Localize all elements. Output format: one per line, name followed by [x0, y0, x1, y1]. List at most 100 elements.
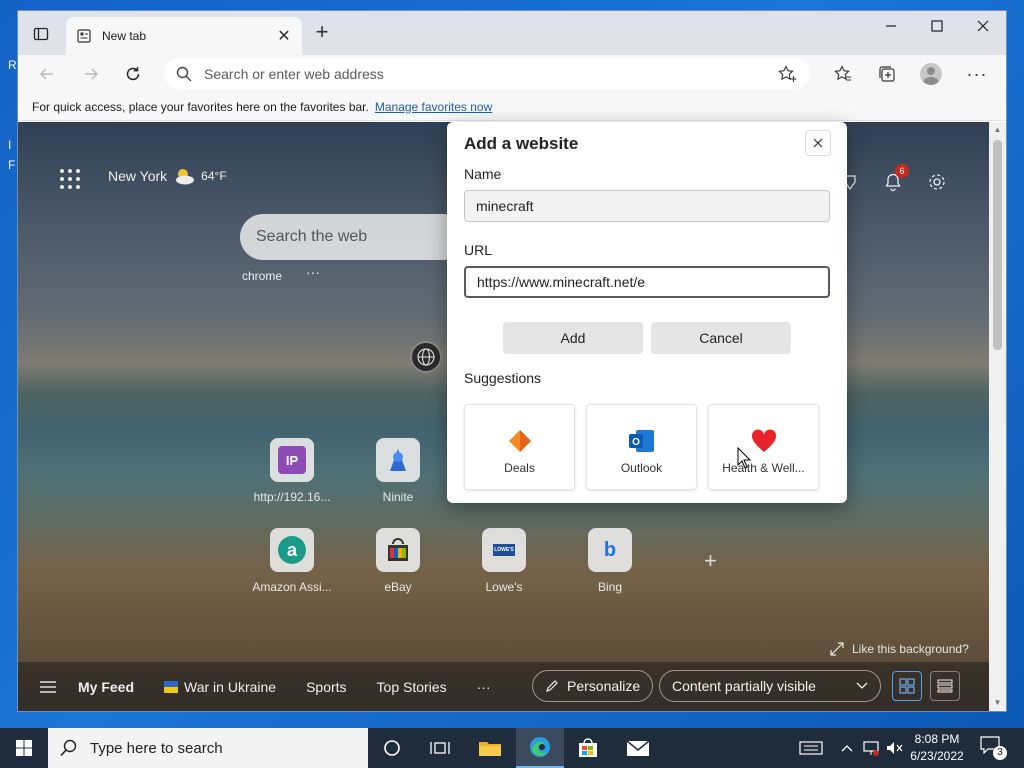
notifications-button[interactable]: 6	[879, 164, 909, 196]
quick-link-tile[interactable]: LOWE'S Lowe's	[464, 528, 544, 594]
quick-link-tile[interactable]: eBay	[358, 528, 438, 594]
lowes-icon: LOWE'S	[482, 528, 526, 572]
volume-button[interactable]	[884, 728, 904, 768]
name-field[interactable]	[464, 190, 830, 222]
address-placeholder: Search or enter web address	[204, 65, 384, 82]
network-button[interactable]	[860, 728, 882, 768]
clock[interactable]: 8:08 PM 6/23/2022	[902, 731, 972, 765]
desktop-icon-label: I	[8, 138, 12, 152]
app-launcher-icon[interactable]	[60, 169, 80, 189]
collections-button[interactable]	[872, 59, 902, 89]
taskbar: Type here to search 8:08 PM 6/23/2022 3	[0, 728, 1024, 768]
clock-date: 6/23/2022	[910, 749, 964, 763]
add-quick-link-button[interactable]: +	[704, 548, 717, 574]
file-explorer-button[interactable]	[466, 728, 514, 768]
maximize-button[interactable]	[914, 11, 960, 41]
desktop-icon-label: R	[8, 58, 17, 72]
feed-tab-war-in-ukraine[interactable]: War in Ukraine	[164, 679, 276, 695]
close-icon	[977, 20, 989, 32]
forward-button[interactable]	[76, 59, 106, 89]
mail-button[interactable]	[614, 728, 662, 768]
feed-menu-button[interactable]	[18, 680, 78, 693]
cortana-icon	[384, 740, 400, 756]
quick-link-tile[interactable]: a Amazon Assi...	[252, 528, 332, 594]
amazon-assistant-icon: a	[270, 528, 314, 572]
taskbar-search-box[interactable]: Type here to search	[48, 728, 368, 768]
settings-and-more-button[interactable]: ···	[962, 59, 992, 89]
scroll-up-icon[interactable]: ▲	[989, 122, 1006, 138]
refresh-button[interactable]	[118, 59, 148, 89]
add-button[interactable]: Add	[503, 322, 643, 354]
feed-more-button[interactable]: ···	[477, 679, 491, 695]
address-bar[interactable]: Search or enter web address	[164, 58, 810, 89]
dialog-close-button[interactable]	[805, 130, 831, 156]
like-background-button[interactable]: Like this background?	[830, 642, 969, 656]
task-view-button[interactable]	[416, 728, 464, 768]
manage-favorites-link[interactable]: Manage favorites now	[375, 100, 492, 114]
taskbar-search-placeholder: Type here to search	[90, 739, 223, 757]
feed-tab-top-stories[interactable]: Top Stories	[377, 679, 447, 695]
notification-badge: 6	[895, 164, 909, 178]
back-button[interactable]	[32, 59, 62, 89]
weather-widget[interactable]: New York 64°F	[108, 167, 227, 185]
expand-icon	[830, 642, 844, 656]
feed-tab-sports[interactable]: Sports	[306, 679, 346, 695]
partly-cloudy-icon	[176, 169, 195, 185]
dialog-title: Add a website	[464, 134, 579, 153]
task-view-icon	[430, 742, 450, 754]
tab-new-tab[interactable]: New tab ✕	[66, 17, 302, 55]
store-button[interactable]	[564, 728, 612, 768]
virtual-keyboard-button[interactable]	[796, 728, 826, 768]
profile-button[interactable]	[916, 59, 946, 89]
new-tab-button[interactable]: +	[310, 21, 334, 45]
favorites-button[interactable]	[828, 59, 858, 89]
list-view-button[interactable]	[930, 671, 960, 701]
globe-icon	[417, 348, 435, 366]
suggestion-outlook[interactable]: O Outlook	[586, 404, 697, 490]
close-tab-icon[interactable]: ✕	[276, 26, 292, 46]
quick-link-tile[interactable]: IP http://192.16...	[252, 438, 332, 504]
more-searches-button[interactable]: ···	[306, 264, 320, 280]
feed-tab-my-feed[interactable]: My Feed	[78, 679, 134, 695]
tab-actions-icon	[33, 27, 49, 41]
scroll-down-icon[interactable]: ▼	[989, 695, 1006, 711]
edge-taskbar-button[interactable]	[516, 728, 564, 768]
minimize-button[interactable]	[868, 11, 914, 41]
page-scrollbar[interactable]: ▲ ▼	[989, 122, 1006, 711]
page-settings-button[interactable]	[923, 168, 951, 196]
cancel-button[interactable]: Cancel	[651, 322, 791, 354]
grid-view-icon	[899, 678, 915, 694]
suggestion-health-wellness[interactable]: Health & Well...	[708, 404, 819, 490]
heart-icon	[751, 429, 776, 452]
cortana-button[interactable]	[368, 728, 416, 768]
favorites-bar-message: For quick access, place your favorites h…	[32, 99, 369, 114]
add-favorite-star-icon[interactable]	[778, 64, 798, 83]
quick-link-tile[interactable]: Ninite	[358, 438, 438, 504]
recent-search-chip[interactable]: chrome	[242, 269, 282, 283]
title-bar: New tab ✕ +	[18, 11, 1006, 55]
close-window-button[interactable]	[960, 11, 1006, 41]
personalize-label: Personalize	[567, 678, 641, 694]
ukraine-flag-icon	[164, 680, 179, 693]
action-center-button[interactable]: 3	[980, 736, 1007, 760]
language-globe-button[interactable]	[410, 341, 442, 373]
personalize-button[interactable]: Personalize	[532, 670, 654, 702]
web-search-box[interactable]: Search the web	[240, 214, 480, 260]
bing-icon: b	[588, 528, 632, 572]
quick-link-tile[interactable]: b Bing	[570, 528, 650, 594]
suggestion-deals[interactable]: Deals	[464, 404, 575, 490]
quick-link-icon: IP	[270, 438, 314, 482]
refresh-icon	[126, 67, 140, 81]
show-hidden-icons-button[interactable]	[838, 728, 856, 768]
tab-actions-button[interactable]	[28, 23, 54, 45]
hamburger-menu-icon	[40, 680, 56, 693]
weather-unit: °F	[214, 169, 227, 183]
url-field[interactable]	[464, 266, 830, 298]
quick-link-label: Ninite	[382, 490, 414, 504]
grid-view-button[interactable]	[892, 671, 922, 701]
start-button[interactable]	[0, 728, 48, 768]
mail-icon	[626, 740, 650, 756]
scrollbar-thumb[interactable]	[993, 140, 1002, 350]
content-visibility-dropdown[interactable]: Content partially visible	[659, 670, 881, 702]
mouse-cursor-icon	[737, 447, 751, 469]
